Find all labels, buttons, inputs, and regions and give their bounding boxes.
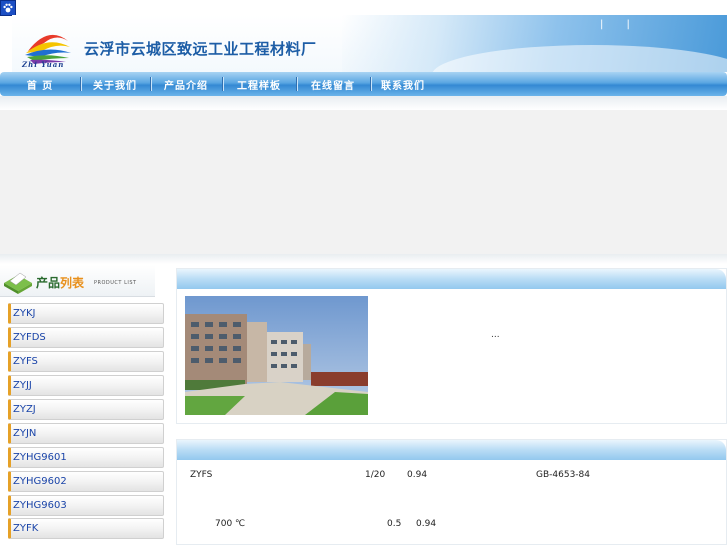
nav-home[interactable]: 首 页 <box>0 72 80 96</box>
spec-value-b: 0.94 <box>416 519 437 529</box>
sidebar-item-zyjj[interactable]: ZYJJ <box>8 375 164 396</box>
sidebar-item-zyjn[interactable]: ZYJN <box>8 423 164 444</box>
spec-value-a: 0.5 <box>387 519 402 529</box>
banner-area <box>0 110 727 254</box>
nav-products[interactable]: 产品介绍 <box>150 72 222 96</box>
specs-panel: ZYFS 1/20 0.94 GB-4653-84 700 ℃ 0.5 0.94 <box>176 439 727 545</box>
sidebar-item-zyfds[interactable]: ZYFDS <box>8 327 164 348</box>
about-text: ... <box>491 330 500 340</box>
spec-temperature: 700 ℃ <box>215 519 246 529</box>
banner-divider <box>0 254 727 264</box>
header-links[interactable]: | | <box>600 19 640 30</box>
factory-photo[interactable] <box>185 296 368 415</box>
main-nav: 首 页 关于我们 产品介绍 工程样板 在线留言 联系我们 <box>0 72 727 96</box>
nav-about[interactable]: 关于我们 <box>80 72 150 96</box>
paw-icon[interactable] <box>0 0 16 16</box>
sidebar-item-zyhg9603[interactable]: ZYHG9603 <box>8 495 164 516</box>
product-list-title: 产品列表 <box>36 276 85 290</box>
sidebar-item-zykj[interactable]: ZYKJ <box>8 303 164 324</box>
sidebar-item-zyhg9601[interactable]: ZYHG9601 <box>8 447 164 468</box>
nav-message[interactable]: 在线留言 <box>296 72 370 96</box>
sidebar-item-zyhg9602[interactable]: ZYHG9602 <box>8 471 164 492</box>
folder-icon <box>4 272 32 294</box>
nav-projects[interactable]: 工程样板 <box>222 72 296 96</box>
specs-panel-header <box>177 440 726 460</box>
spec-standard: GB-4653-84 <box>536 470 590 480</box>
page: Zhi Yuan 云浮市云城区致远工业工程材料厂 | | 首 页 关于我们 产品… <box>0 0 727 545</box>
sidebar-item-zyfk[interactable]: ZYFK <box>8 518 164 539</box>
spec-product: ZYFS <box>190 470 213 480</box>
product-list-header: 产品列表 PRODUCT LIST <box>0 265 155 297</box>
about-panel: ... <box>176 268 727 424</box>
product-list-subtitle: PRODUCT LIST <box>94 280 137 286</box>
spec-value: 0.94 <box>407 470 428 480</box>
about-panel-header <box>177 269 726 289</box>
nav-contact[interactable]: 联系我们 <box>370 72 436 96</box>
site-header: Zhi Yuan 云浮市云城区致远工业工程材料厂 | | <box>12 15 727 72</box>
nav-shadow <box>0 96 727 110</box>
spec-ratio: 1/20 <box>365 470 386 480</box>
sidebar-item-zyfs[interactable]: ZYFS <box>8 351 164 372</box>
logo-text: Zhi Yuan <box>22 60 65 69</box>
site-title: 云浮市云城区致远工业工程材料厂 <box>84 40 317 58</box>
sidebar-item-zyzj[interactable]: ZYZJ <box>8 399 164 420</box>
